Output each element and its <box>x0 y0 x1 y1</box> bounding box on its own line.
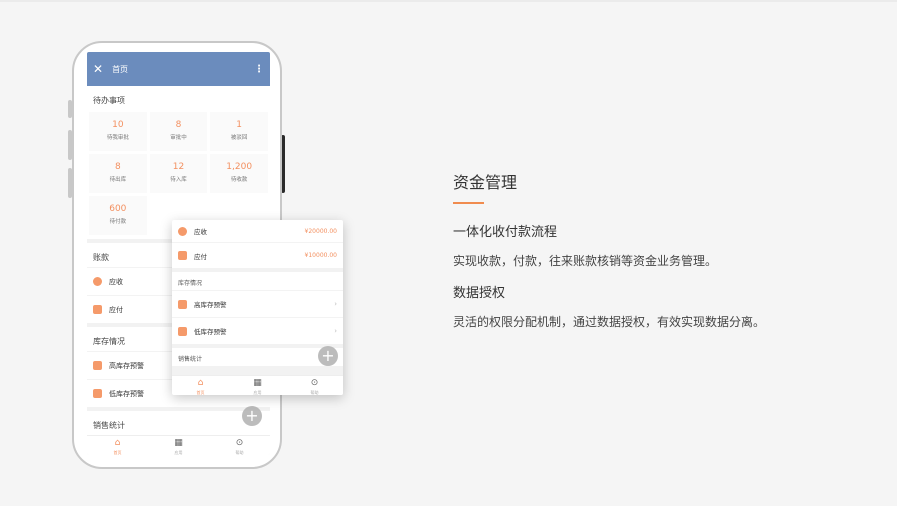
tab-label: 帮助 <box>235 450 244 455</box>
tab-apps[interactable]: ▦ 应用 <box>229 376 286 395</box>
todo-label: 待入库 <box>170 177 187 183</box>
todo-label: 待我审批 <box>106 135 129 141</box>
feature-subtitle-1: 一体化收付款流程 <box>453 225 558 240</box>
tab-label: 帮助 <box>310 390 319 395</box>
app-title: 首页 <box>112 64 129 74</box>
card-high-stock-row[interactable]: 高库存预警 › <box>172 290 343 317</box>
todo-label: 待出库 <box>109 177 127 183</box>
card-low-stock-row[interactable]: 低库存预警 › <box>172 317 343 344</box>
box-icon <box>178 326 187 336</box>
title-underline <box>453 202 484 204</box>
receivable-icon <box>93 277 102 286</box>
todo-count: 8 <box>114 162 121 172</box>
card-payable-amount: ¥10000.00 <box>304 252 337 259</box>
home-icon: ⌂ <box>197 378 204 388</box>
card-receivable-amount: ¥20000.00 <box>304 227 337 235</box>
zoom-card: 应收 ¥20000.00 应付 ¥10000.00 库存情况 高库存预警 › 低库存预… <box>172 220 343 395</box>
card-payable-row[interactable]: 应付 ¥10000.00 <box>172 242 343 268</box>
chevron-right-icon: › <box>334 300 337 308</box>
todo-count: 1,200 <box>226 162 253 172</box>
grid-icon: ▦ <box>253 378 262 388</box>
receivable-label: 应收 <box>109 277 123 286</box>
todo-item[interactable]: 8 待出库 <box>89 154 147 193</box>
todo-count: 1 <box>236 120 243 130</box>
add-button[interactable]: + <box>242 406 262 426</box>
todo-title: 待办事项 <box>93 96 125 105</box>
app-header: ✕ 首页 ⋮ <box>87 52 270 86</box>
help-icon: ⊙ <box>310 378 319 388</box>
card-high-stock-label: 高库存预警 <box>194 301 227 309</box>
grid-icon: ▦ <box>174 438 183 448</box>
card-payable-label: 应付 <box>194 252 207 261</box>
card-receivable-label: 应收 <box>194 228 207 236</box>
box-icon <box>93 389 102 398</box>
card-low-stock-label: 低库存预警 <box>194 328 227 336</box>
tab-home[interactable]: ⌂ 首页 <box>87 436 148 455</box>
chevron-right-icon: › <box>334 327 337 335</box>
todo-item[interactable]: 8 审批中 <box>149 112 208 151</box>
receivable-icon <box>178 226 187 236</box>
todo-label: 待收款 <box>230 177 248 183</box>
todo-label: 待付款 <box>109 219 127 225</box>
todo-item[interactable]: 12 待入库 <box>149 154 208 193</box>
card-inventory-title: 库存情况 <box>172 272 343 290</box>
help-icon: ⊙ <box>235 438 244 448</box>
more-icon[interactable]: ⋮ <box>254 64 264 75</box>
todo-count: 10 <box>112 120 124 130</box>
feature-desc-2: 灵活的权限分配机制，通过数据授权，有效实现数据分离。 <box>453 315 766 329</box>
wallet-icon <box>93 305 102 314</box>
payable-label: 应付 <box>109 305 123 314</box>
tab-label: 应用 <box>174 450 183 455</box>
add-button[interactable]: + <box>318 346 338 366</box>
tab-home[interactable]: ⌂ 首页 <box>172 376 229 395</box>
tab-label: 首页 <box>113 450 122 455</box>
feature-title: 资金管理 <box>453 173 518 192</box>
card-receivable-row[interactable]: 应收 ¥20000.00 <box>172 220 343 242</box>
feature-desc-1: 实现收款，付款，往来账款核销等资金业务管理。 <box>453 254 718 268</box>
warehouse-icon <box>93 361 102 370</box>
tab-bar: ⌂ 首页 ▦ 应用 ⊙ 帮助 <box>87 435 270 455</box>
warehouse-icon <box>178 299 187 309</box>
todo-count: 12 <box>172 162 185 172</box>
feature-subtitle-2: 数据授权 <box>453 286 506 301</box>
todo-item[interactable]: 10 待我审批 <box>89 112 147 151</box>
todo-item[interactable]: 600 待付款 <box>89 196 147 235</box>
close-icon[interactable]: ✕ <box>93 63 103 75</box>
tab-apps[interactable]: ▦ 应用 <box>148 436 209 455</box>
todo-item[interactable]: 1,200 待收款 <box>210 154 268 193</box>
tab-label: 应用 <box>253 390 262 395</box>
tab-help[interactable]: ⊙ 帮助 <box>209 436 270 455</box>
low-stock-label: 低库存预警 <box>109 389 144 398</box>
todo-item[interactable]: 1 被驳回 <box>210 112 268 151</box>
top-divider <box>0 0 897 2</box>
tab-help[interactable]: ⊙ 帮助 <box>286 376 343 395</box>
todo-section: 待办事项 10 待我审批 8 审批中 1 被驳回 8 待出库 12 待入库 1,200 待收… <box>87 86 270 239</box>
wallet-icon <box>178 251 187 260</box>
todo-count: 600 <box>109 204 127 214</box>
high-stock-label: 高库存预警 <box>109 361 144 370</box>
tab-label: 首页 <box>196 390 205 395</box>
card-tab-bar: ⌂ 首页 ▦ 应用 ⊙ 帮助 <box>172 375 343 395</box>
todo-label: 被驳回 <box>230 135 248 141</box>
home-icon: ⌂ <box>114 438 121 448</box>
todo-label: 审批中 <box>170 135 187 141</box>
todo-count: 8 <box>175 120 182 130</box>
